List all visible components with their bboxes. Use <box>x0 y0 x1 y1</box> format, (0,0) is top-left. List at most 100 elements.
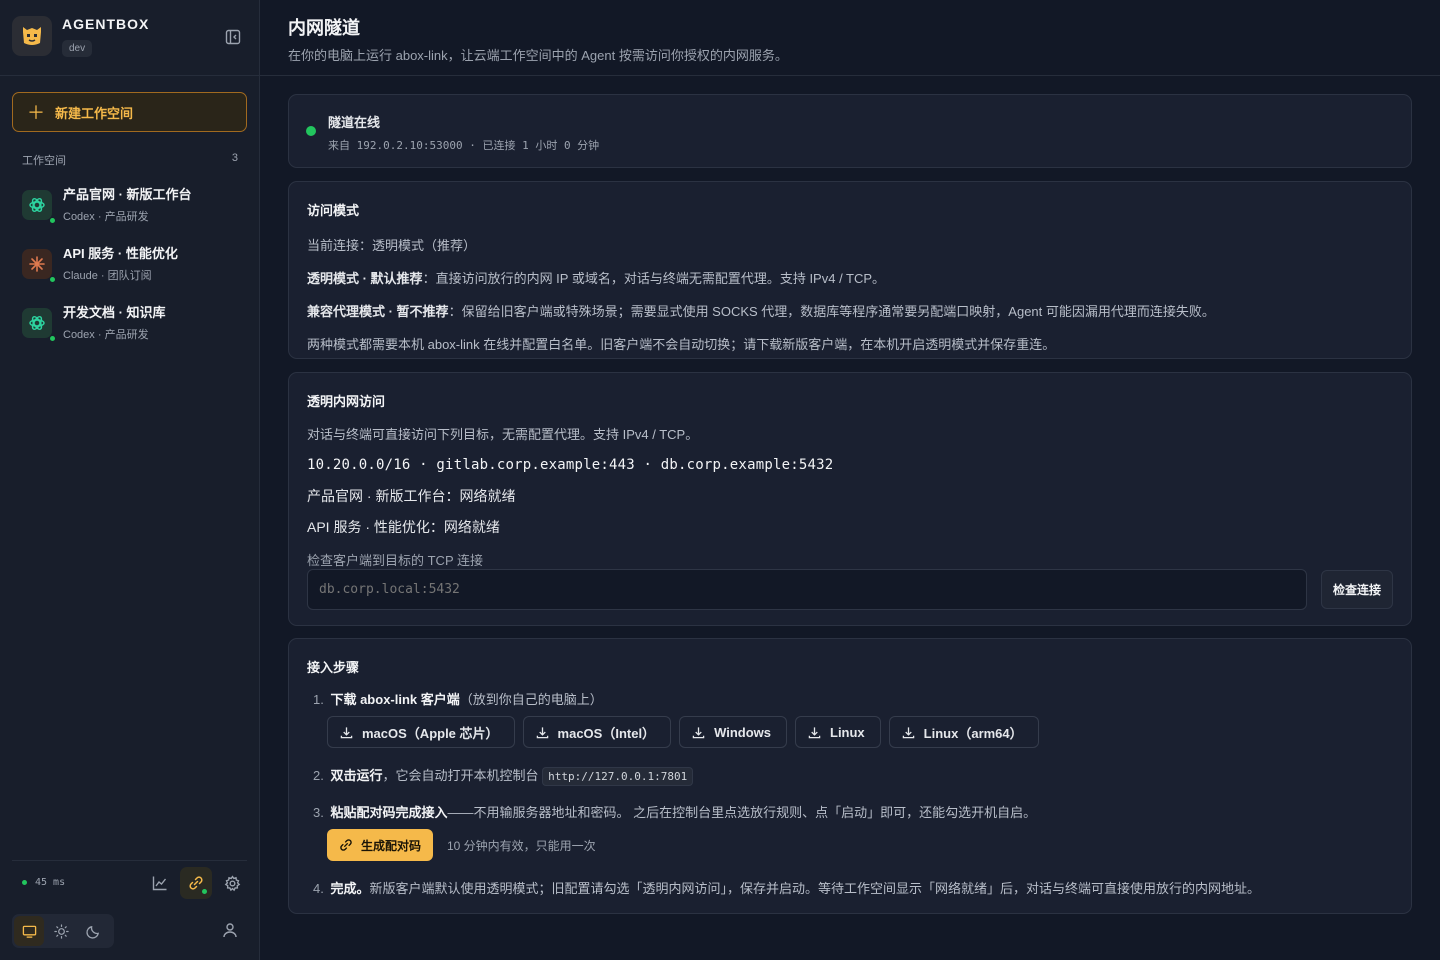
download-label: Linux <box>830 724 865 740</box>
compat-mode-desc: 兼容代理模式 · 暂不推荐：保留给旧客户端或特殊场景；需要显式使用 SOCKS … <box>307 301 1393 320</box>
new-workspace-button[interactable]: ＋ 新建工作空间 <box>12 92 247 132</box>
sidebar: AGENTBOX dev ＋ 新建工作空间 工作空间 3 产品官网 · 新版工作… <box>0 0 260 960</box>
tunnel-status-card: 隧道在线 来自 192.0.2.10:53000 · 已连接 1 小时 0 分钟 <box>288 94 1412 168</box>
divider <box>12 860 247 861</box>
latency-value: 45 ms <box>35 877 66 888</box>
step-1-title: 下载 abox-link 客户端 <box>330 692 460 707</box>
download-label: Windows <box>714 724 771 740</box>
page-subtitle: 在你的电脑上运行 abox-link，让云端工作空间中的 Agent 按需访问你… <box>288 48 788 63</box>
access-mode-title: 访问模式 <box>307 203 360 218</box>
current-mode: 当前连接：透明模式（推荐） <box>307 235 1393 254</box>
transparent-access-card: 透明内网访问 对话与终端可直接访问下列目标，无需配置代理。支持 IPv4 / T… <box>288 372 1412 626</box>
workspace-name: API 服务 · 性能优化 <box>63 246 178 261</box>
generate-pairing-code-button[interactable]: 生成配对码 <box>327 829 434 861</box>
download-macos-intel-button[interactable]: macOS（Intel） <box>522 716 672 748</box>
workspace-item[interactable]: API 服务 · 性能优化 Claude · 团队订阅 <box>12 237 248 296</box>
workspace-item[interactable]: 产品官网 · 新版工作台 Codex · 产品研发 <box>12 178 248 237</box>
download-icon <box>808 726 821 739</box>
workspaces-header: 工作空间 3 <box>22 152 238 168</box>
download-label: macOS（Intel） <box>557 725 656 741</box>
agentbox-logo <box>12 16 52 56</box>
step-number: 3. <box>313 805 324 820</box>
download-icon <box>902 726 915 739</box>
step-4: 4. 完成。新版客户端默认使用透明模式；旧配置请勾选「透明内网访问」，保存并启动… <box>313 878 1260 897</box>
moon-icon[interactable] <box>78 916 108 946</box>
step-3-title: 粘贴配对码完成接入 <box>330 805 448 820</box>
gear-icon[interactable] <box>216 867 248 899</box>
download-icon <box>692 726 705 739</box>
latency-indicator: 45 ms <box>22 877 65 888</box>
download-windows-button[interactable]: Windows <box>679 716 787 748</box>
download-icon <box>340 726 353 739</box>
step-2-text: ，它会自动打开本机控制台 <box>382 768 539 783</box>
local-console-url: http://127.0.0.1:7801 <box>542 767 694 786</box>
step-number: 2. <box>313 768 324 783</box>
download-macos-apple-button[interactable]: macOS（Apple 芯片） <box>327 716 515 748</box>
step-number: 4. <box>313 881 324 896</box>
check-connection-button[interactable]: 检查连接 <box>1321 570 1393 609</box>
workspaces-header-label: 工作空间 <box>22 155 66 167</box>
collapse-sidebar-icon[interactable] <box>224 28 242 46</box>
transparent-mode-text: ：直接访问放行的内网 IP 或域名，对话与终端无需配置代理。支持 IPv4 / … <box>422 271 886 286</box>
workspace-name: 产品官网 · 新版工作台 <box>63 187 192 202</box>
allowed-targets: 10.20.0.0/16 · gitlab.corp.example:443 ·… <box>307 457 834 473</box>
online-dot <box>50 336 55 341</box>
step-1-text: （放到你自己的电脑上） <box>459 692 603 707</box>
page-title: 内网隧道 <box>288 18 360 38</box>
link-icon[interactable] <box>180 867 212 899</box>
pairing-code-note: 10 分钟内有效，只能用一次 <box>447 839 596 853</box>
workspace-network-status: API 服务 · 性能优化：网络就绪 <box>307 519 500 535</box>
current-mode-prefix: 当前连接： <box>307 238 373 253</box>
step-2-title: 双击运行 <box>330 768 383 783</box>
workspace-name: 开发文档 · 知识库 <box>63 305 166 320</box>
download-linux-button[interactable]: Linux <box>795 716 881 748</box>
sun-icon[interactable] <box>46 916 76 946</box>
access-mode-card: 访问模式 当前连接：透明模式（推荐） 透明模式 · 默认推荐：直接访问放行的内网… <box>288 181 1412 359</box>
step-3: 3. 粘贴配对码完成接入——不用输服务器地址和密码。 之后在控制台里点选放行规则… <box>313 802 1036 821</box>
env-badge: dev <box>62 40 93 57</box>
divider <box>0 75 259 76</box>
online-dot <box>202 889 207 894</box>
footer-icons <box>144 867 248 899</box>
openai-icon <box>22 308 55 341</box>
download-icon <box>536 726 549 739</box>
new-workspace-label: 新建工作空间 <box>55 105 134 121</box>
monitor-icon[interactable] <box>14 916 44 946</box>
openai-icon <box>22 190 55 223</box>
step-2: 2. 双击运行，它会自动打开本机控制台 http://127.0.0.1:780… <box>313 765 694 786</box>
check-target-input[interactable] <box>307 569 1307 610</box>
online-dot <box>50 277 55 282</box>
generate-pairing-code-label: 生成配对码 <box>361 838 422 853</box>
step-3-text: ——不用输服务器地址和密码。 之后在控制台里点选放行规则、点「启动」即可，还能勾… <box>447 805 1037 820</box>
main-content: 内网隧道 在你的电脑上运行 abox-link，让云端工作空间中的 Agent … <box>260 0 1440 960</box>
theme-switch <box>12 914 114 948</box>
brand: AGENTBOX dev <box>12 14 248 60</box>
download-label: macOS（Apple 芯片） <box>362 725 499 741</box>
user-icon[interactable] <box>218 918 242 942</box>
transparent-mode-desc: 透明模式 · 默认推荐：直接访问放行的内网 IP 或域名，对话与终端无需配置代理… <box>307 268 1393 287</box>
online-dot <box>22 880 27 885</box>
download-linux-arm64-button[interactable]: Linux（arm64） <box>888 716 1039 748</box>
transparent-access-title: 透明内网访问 <box>307 394 386 409</box>
check-connection-label: 检查客户端到目标的 TCP 连接 <box>307 553 483 568</box>
download-label: Linux（arm64） <box>923 725 1023 741</box>
workspace-meta: Codex · 产品研发 <box>63 211 149 223</box>
status-title: 隧道在线 <box>328 115 381 130</box>
brand-name: AGENTBOX <box>62 16 150 32</box>
transparent-access-desc: 对话与终端可直接访问下列目标，无需配置代理。支持 IPv4 / TCP。 <box>307 427 699 442</box>
workspace-list: 产品官网 · 新版工作台 Codex · 产品研发 API 服务 · 性能优化 … <box>12 178 248 355</box>
workspace-meta: Claude · 团队订阅 <box>63 270 152 282</box>
setup-steps-title: 接入步骤 <box>307 660 360 675</box>
plus-icon: ＋ <box>27 103 45 123</box>
workspace-item[interactable]: 开发文档 · 知识库 Codex · 产品研发 <box>12 296 248 355</box>
chart-icon[interactable] <box>144 867 176 899</box>
workspaces-count: 3 <box>231 152 238 164</box>
compat-mode-label: 兼容代理模式 · 暂不推荐 <box>307 304 449 319</box>
step-number: 1. <box>313 692 324 707</box>
setup-steps-card: 接入步骤 1. 下载 abox-link 客户端（放到你自己的电脑上） macO… <box>288 638 1412 914</box>
compat-mode-text: ：保留给旧客户端或特殊场景；需要显式使用 SOCKS 代理，数据库等程序通常要另… <box>448 304 1215 319</box>
page-header: 内网隧道 在你的电脑上运行 abox-link，让云端工作空间中的 Agent … <box>260 0 1440 76</box>
step-1: 1. 下载 abox-link 客户端（放到你自己的电脑上） <box>313 689 603 708</box>
status-dot <box>306 126 316 136</box>
workspace-network-status: 产品官网 · 新版工作台：网络就绪 <box>307 488 516 504</box>
